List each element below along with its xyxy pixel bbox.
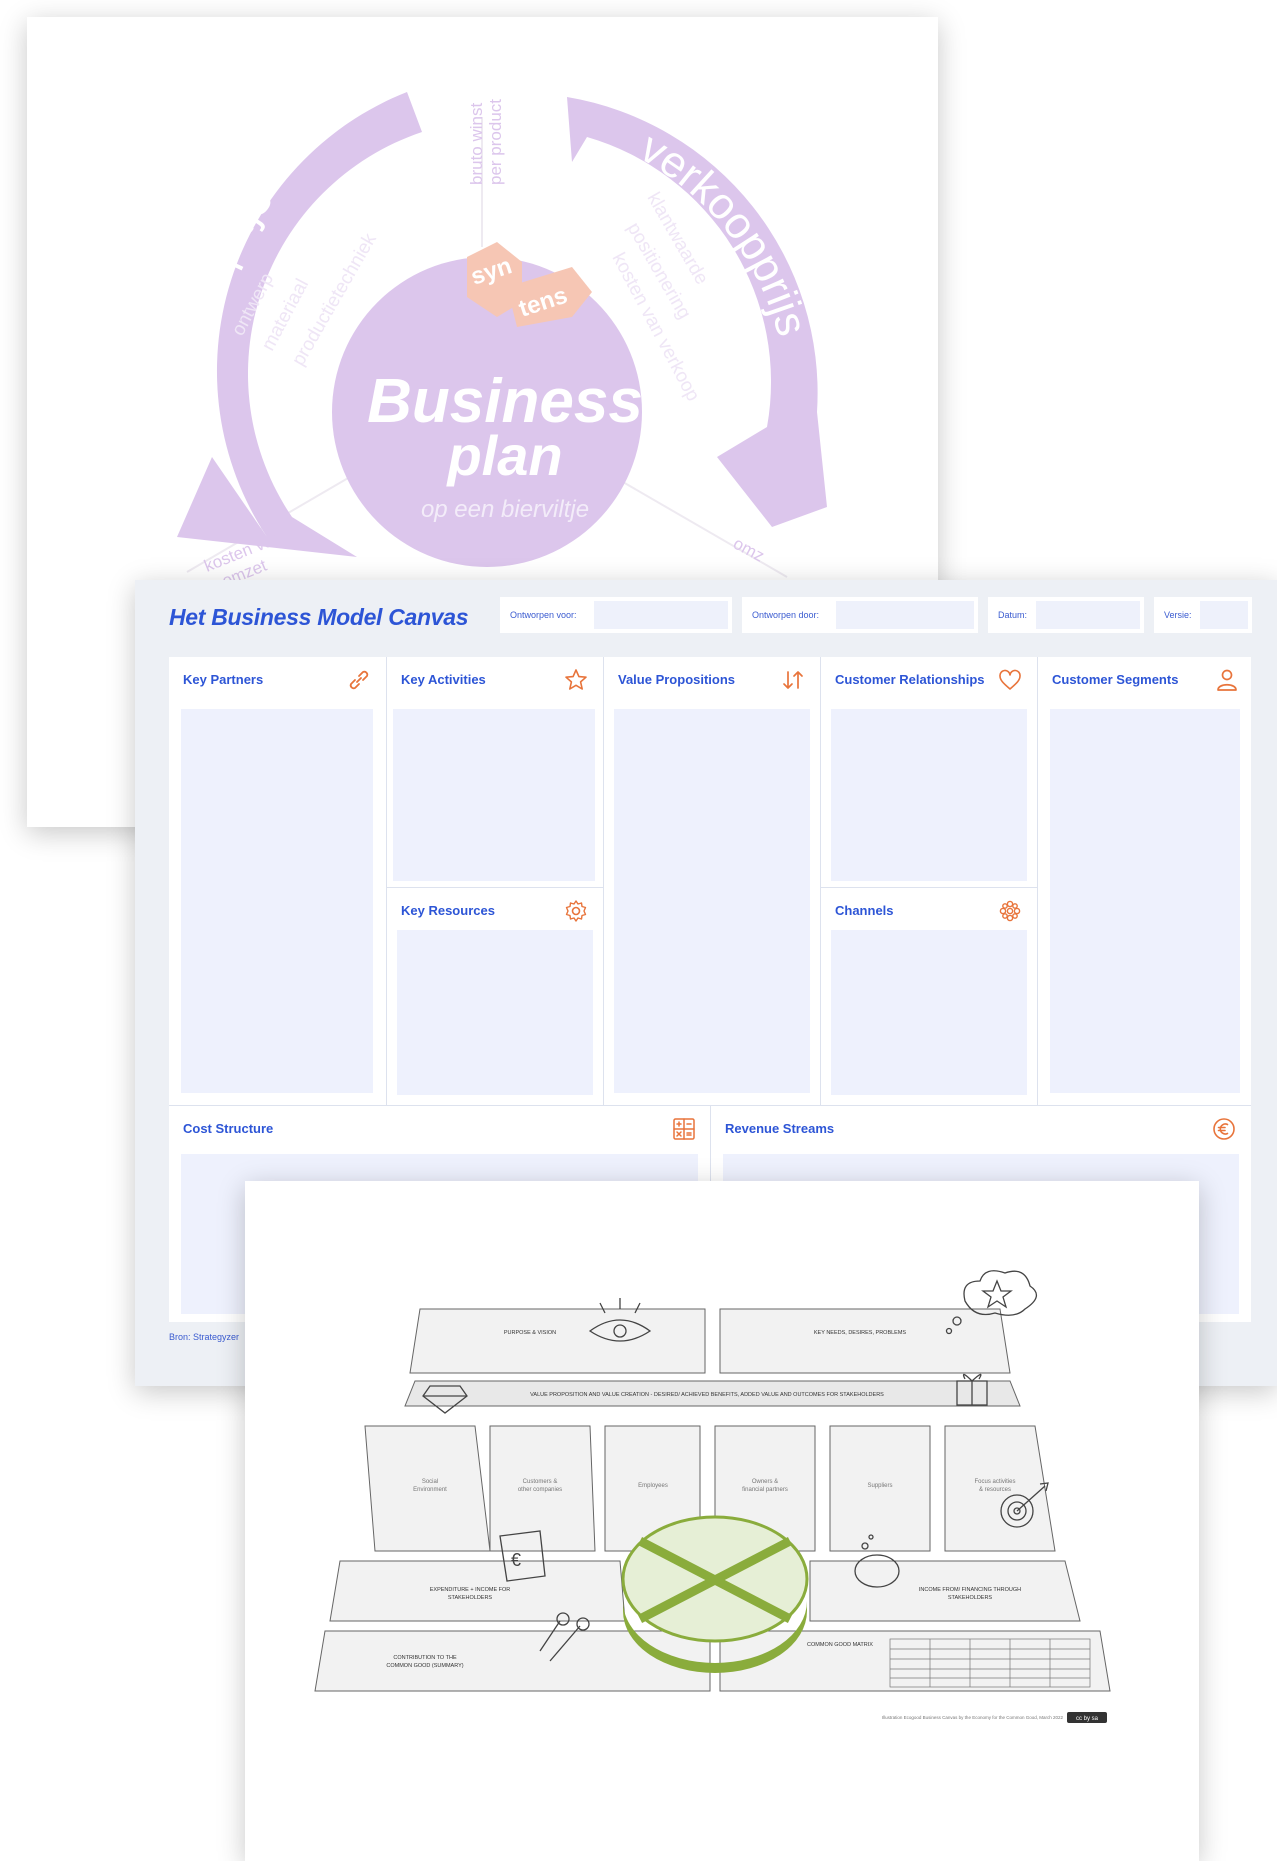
designed-by-label: Ontworpen door: bbox=[752, 610, 820, 620]
customer-relationships-area[interactable] bbox=[831, 709, 1027, 881]
contribution-panel bbox=[314, 1630, 711, 1692]
designed-for-field[interactable]: Ontworpen voor: bbox=[500, 597, 732, 633]
arc-right-label: verkoopprijs bbox=[632, 123, 817, 341]
top-label: bruto winst bbox=[467, 103, 486, 185]
matrix-title: COMMON GOOD MATRIX bbox=[807, 1642, 873, 1648]
plan-title: plan bbox=[445, 424, 562, 487]
needs-panel bbox=[719, 1308, 1011, 1374]
designed-for-label: Ontworpen voor: bbox=[510, 610, 577, 620]
contribution-label: COMMON GOOD (SUMMARY) bbox=[386, 1663, 463, 1669]
channels-title: Channels bbox=[835, 903, 894, 918]
key-resources-title: Key Resources bbox=[401, 903, 495, 918]
expenditure-label: STAKEHOLDERS bbox=[448, 1595, 493, 1601]
expenditure-label: EXPENDITURE + INCOME FOR bbox=[430, 1587, 511, 1593]
income-label: INCOME FROM/ FINANCING THROUGH bbox=[919, 1587, 1021, 1593]
value-propositions-block[interactable]: Value Propositions bbox=[604, 657, 820, 1105]
calculator-icon bbox=[673, 1118, 695, 1140]
designed-for-input[interactable] bbox=[594, 601, 728, 629]
license-text: cc by sa bbox=[1076, 1716, 1099, 1722]
revenue-streams-title: Revenue Streams bbox=[725, 1121, 835, 1136]
purpose-label: PURPOSE & VISION bbox=[504, 1330, 556, 1336]
version-label: Versie: bbox=[1164, 610, 1192, 620]
common-good-canvas-card: € PURPOSE & VISION KEY NEEDS, DESIRES, P… bbox=[245, 1181, 1199, 1861]
date-field[interactable]: Datum: bbox=[988, 597, 1144, 633]
customer-segments-block[interactable]: Customer Segments bbox=[1038, 657, 1251, 1105]
cost-structure-title: Cost Structure bbox=[183, 1121, 274, 1136]
value-propositions-title: Value Propositions bbox=[618, 672, 736, 687]
key-partners-area[interactable] bbox=[181, 709, 373, 1093]
stakeholder-label: Customers & bbox=[523, 1479, 558, 1485]
matrix-panel bbox=[719, 1630, 1111, 1692]
canvas-title: Het Business Model Canvas bbox=[169, 604, 469, 630]
channels-block[interactable]: Channels bbox=[821, 888, 1037, 1105]
key-partners-block[interactable]: Key Partners bbox=[169, 657, 386, 1105]
stakeholder-label: financial partners bbox=[742, 1487, 788, 1493]
income-label: STAKEHOLDERS bbox=[948, 1595, 993, 1601]
key-activities-title: Key Activities bbox=[401, 672, 486, 687]
stakeholder-label: Suppliers bbox=[867, 1483, 892, 1489]
person-icon bbox=[1217, 669, 1237, 691]
customer-relationships-block[interactable]: Customer Relationships bbox=[821, 657, 1037, 887]
customer-segments-area[interactable] bbox=[1050, 709, 1240, 1093]
illustration-credit: Illustration Ecogood Business Canvas by … bbox=[882, 1715, 1064, 1720]
key-resources-block[interactable]: Key Resources bbox=[387, 888, 603, 1105]
customer-relationships-title: Customer Relationships bbox=[835, 672, 985, 687]
value-propositions-area[interactable] bbox=[614, 709, 810, 1093]
stakeholder-label: Focus activities bbox=[974, 1479, 1015, 1485]
swap-arrows-icon bbox=[783, 671, 803, 689]
green-core bbox=[621, 1515, 809, 1673]
key-resources-area[interactable] bbox=[397, 930, 593, 1095]
link-icon bbox=[349, 670, 369, 690]
flower-icon bbox=[999, 900, 1021, 922]
designed-by-field[interactable]: Ontworpen door: bbox=[742, 597, 978, 633]
key-activities-block[interactable]: Key Activities bbox=[387, 657, 603, 887]
source-label: Bron: Strategyzer bbox=[169, 1332, 240, 1342]
gear-icon bbox=[565, 900, 587, 922]
stakeholder-label: Environment bbox=[413, 1487, 447, 1493]
version-field[interactable]: Versie: bbox=[1154, 597, 1252, 633]
customer-segments-title: Customer Segments bbox=[1052, 672, 1179, 687]
key-activities-area[interactable] bbox=[393, 709, 595, 881]
heart-icon bbox=[999, 669, 1021, 690]
top-label: per product bbox=[486, 99, 505, 185]
key-partners-title: Key Partners bbox=[183, 672, 264, 687]
value-proposition-label: VALUE PROPOSITION AND VALUE CREATION - D… bbox=[530, 1392, 884, 1398]
stakeholder-label: & resources bbox=[979, 1487, 1011, 1493]
euro-icon bbox=[1213, 1118, 1235, 1140]
version-input[interactable] bbox=[1200, 601, 1248, 629]
cc-license-badge: cc by sa bbox=[1067, 1712, 1107, 1723]
star-icon bbox=[565, 669, 587, 690]
channels-area[interactable] bbox=[831, 930, 1027, 1095]
stakeholder-label: Social bbox=[422, 1479, 438, 1485]
designed-by-input[interactable] bbox=[836, 601, 974, 629]
stakeholder-label: Owners & bbox=[752, 1479, 778, 1485]
date-input[interactable] bbox=[1036, 601, 1140, 629]
stakeholder-label: other companies bbox=[518, 1487, 562, 1493]
stakeholder-label: Employees bbox=[638, 1483, 668, 1489]
contribution-label: CONTRIBUTION TO THE bbox=[393, 1655, 457, 1661]
plan-subtitle: op een bierviltje bbox=[421, 496, 589, 523]
common-good-illustration: € PURPOSE & VISION KEY NEEDS, DESIRES, P… bbox=[314, 1270, 1111, 1723]
date-label: Datum: bbox=[998, 610, 1028, 620]
svg-text:€: € bbox=[511, 1550, 521, 1570]
bottom-right-label: omz bbox=[730, 534, 767, 566]
purpose-panel bbox=[409, 1308, 706, 1374]
needs-label: KEY NEEDS, DESIRES, PROBLEMS bbox=[814, 1330, 907, 1336]
